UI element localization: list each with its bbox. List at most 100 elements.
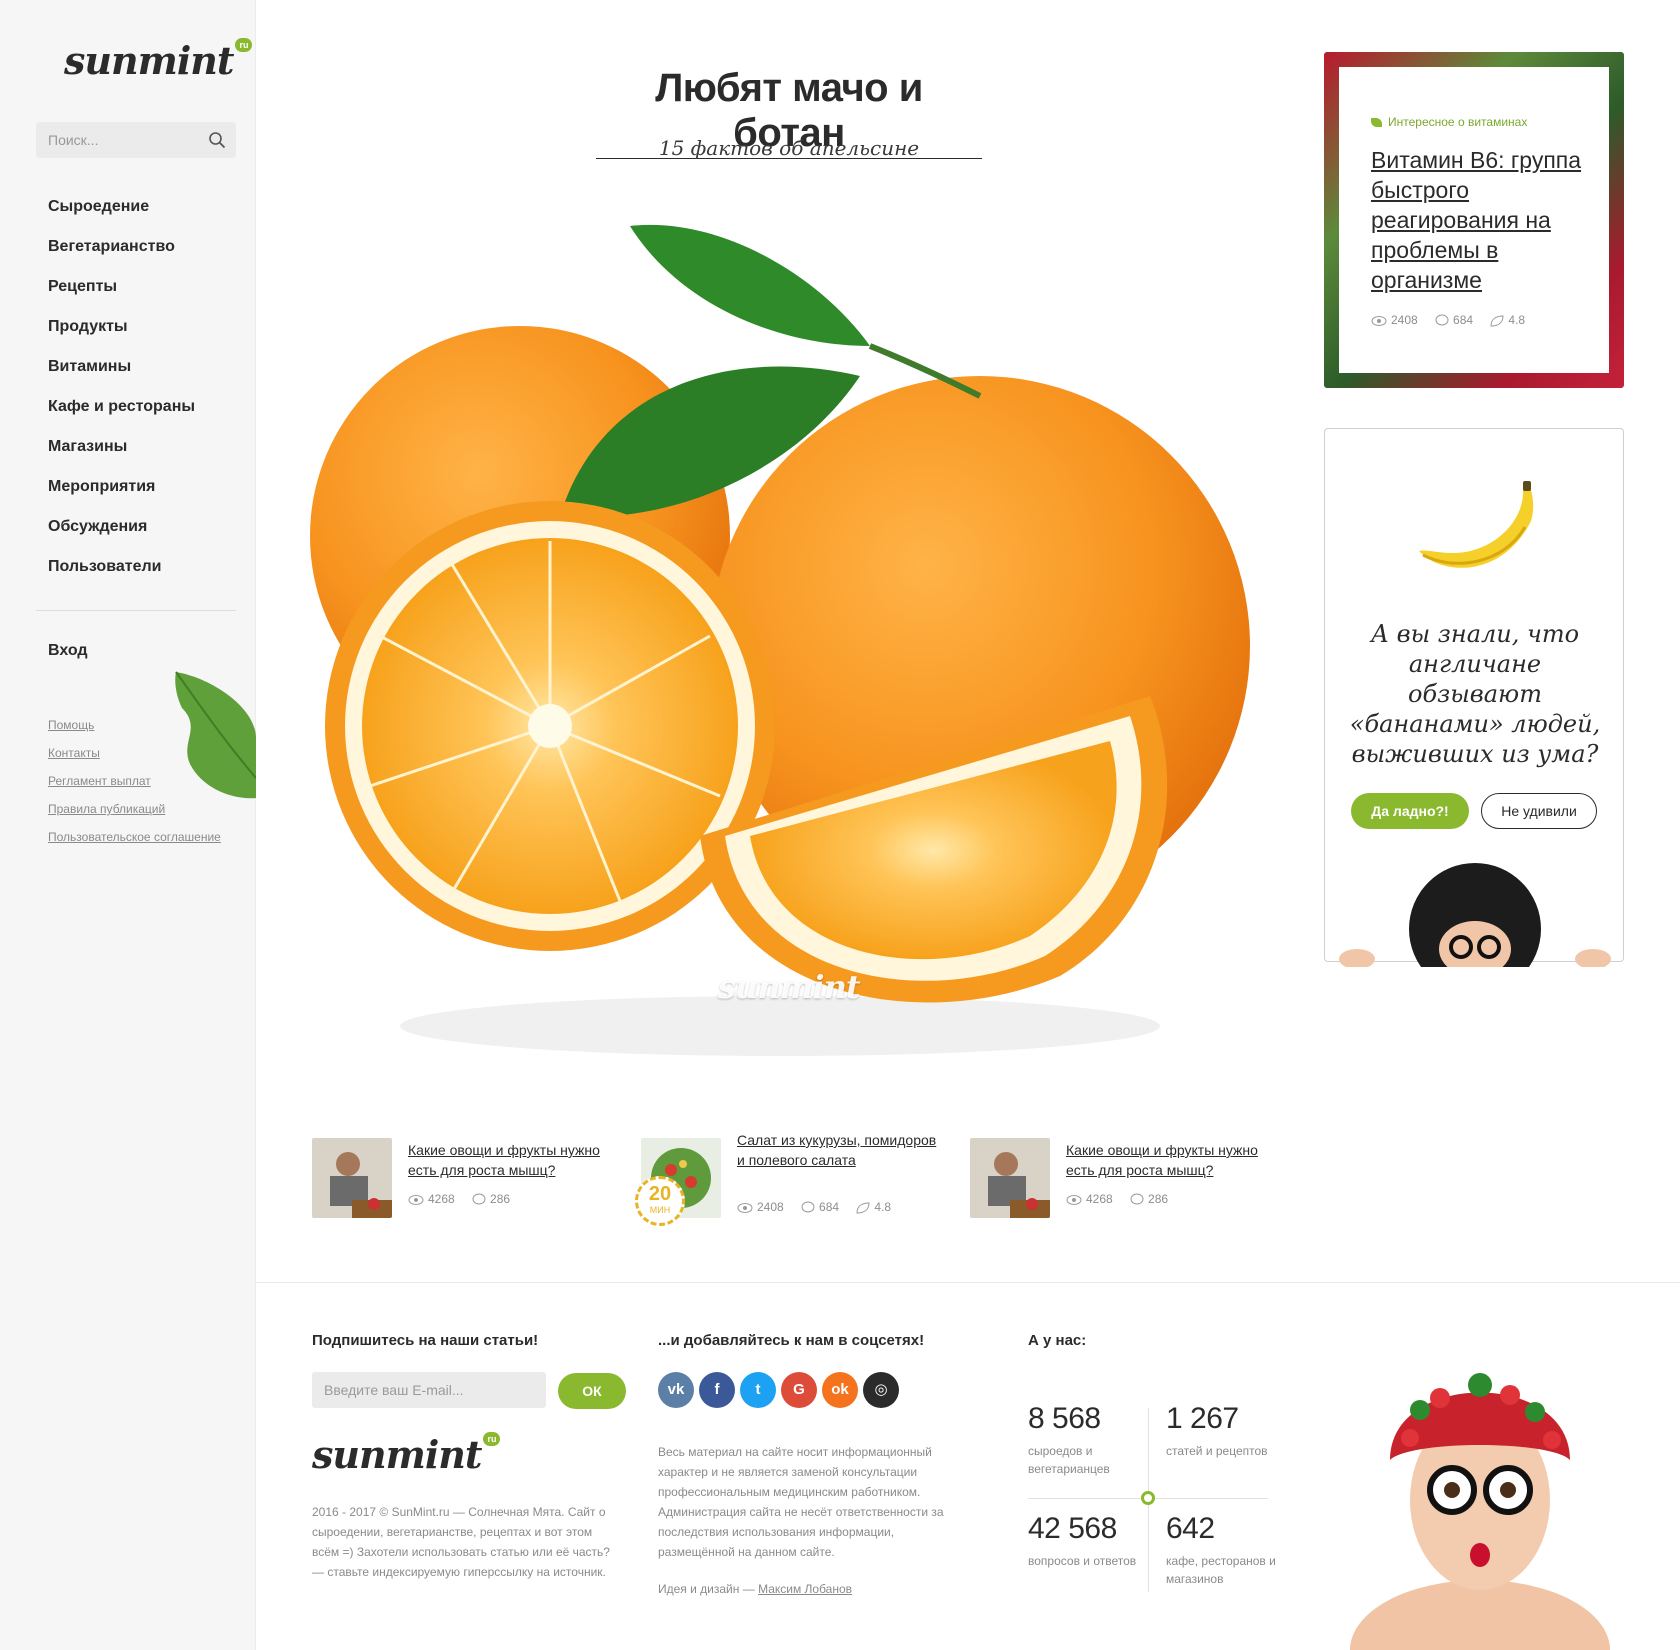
- comment-icon: [1435, 314, 1449, 326]
- sidebar-divider: [36, 610, 236, 611]
- comment-icon: [1130, 1193, 1144, 1205]
- nav-item-users[interactable]: Пользователи: [48, 558, 195, 598]
- related-meta: 4268 286: [408, 1192, 524, 1206]
- comment-icon: [801, 1201, 815, 1213]
- promo-article-card[interactable]: Интересное о витаминах Витамин В6: групп…: [1324, 52, 1624, 388]
- related-title[interactable]: Какие овощи и фрукты нужно есть для рост…: [1066, 1140, 1276, 1180]
- leaf-divider-icon: [1141, 1491, 1155, 1505]
- nav-item-shops[interactable]: Магазины: [48, 438, 195, 478]
- search-box: [36, 122, 236, 158]
- eye-icon: [408, 1195, 424, 1205]
- banana-image: [1419, 481, 1534, 568]
- cook-time-badge: 20 МИН: [635, 1176, 685, 1226]
- stat-number: 42 568: [1028, 1512, 1117, 1545]
- related-meta: 2408 684 4.8: [737, 1200, 905, 1214]
- comments-count: 684: [1453, 313, 1474, 327]
- comment-icon: [472, 1193, 486, 1205]
- promo-meta: 2408 684 4.8: [1371, 313, 1539, 327]
- stat-label: сыроедов и вегетарианцев: [1028, 1444, 1110, 1476]
- search-input[interactable]: [36, 122, 196, 158]
- social-twitter-icon[interactable]: t: [740, 1372, 776, 1408]
- nav-item-vegetarianism[interactable]: Вегетарианство: [48, 238, 195, 278]
- stat-number: 642: [1166, 1512, 1215, 1545]
- views-count: 2408: [1391, 313, 1418, 327]
- email-input[interactable]: [312, 1372, 546, 1408]
- rating-value: 4.8: [874, 1200, 892, 1214]
- main-nav: Сыроедение Вегетарианство Рецепты Продук…: [48, 198, 195, 598]
- stat-questions: 42 568 вопросов и ответов: [1028, 1512, 1158, 1570]
- nav-item-cafes[interactable]: Кафе и рестораны: [48, 398, 195, 438]
- disclaimer-text: Весь материал на сайте носит информацион…: [658, 1445, 944, 1559]
- nav-item-vitamins[interactable]: Витамины: [48, 358, 195, 398]
- stat-label: вопросов и ответов: [1028, 1554, 1137, 1568]
- social-vk-icon[interactable]: vk: [658, 1372, 694, 1408]
- nav-item-syroedenie[interactable]: Сыроедение: [48, 198, 195, 238]
- nav-item-discussions[interactable]: Обсуждения: [48, 518, 195, 558]
- nav-item-events[interactable]: Мероприятия: [48, 478, 195, 518]
- views-count: 4268: [1086, 1192, 1113, 1206]
- social-odnoklassniki-icon[interactable]: ok: [822, 1372, 858, 1408]
- rating-value: 4.8: [1508, 313, 1526, 327]
- related-thumbnail: [312, 1138, 392, 1218]
- promo-title[interactable]: Витамин В6: группа быстрого реагирования…: [1371, 145, 1585, 295]
- comments-count: 684: [819, 1200, 840, 1214]
- eye-icon: [1066, 1195, 1082, 1205]
- leaf-rating-icon: [1490, 315, 1504, 327]
- social-google-icon[interactable]: G: [781, 1372, 817, 1408]
- quiz-question: А вы знали, что англичане обзывают «бана…: [1349, 620, 1601, 768]
- promo-category[interactable]: Интересное о витаминах: [1371, 115, 1527, 129]
- stat-label: статей и рецептов: [1166, 1444, 1268, 1458]
- link-publication-rules[interactable]: Правила публикаций: [48, 802, 221, 830]
- stat-cafes: 642 кафе, ресторанов и магазинов: [1166, 1512, 1296, 1588]
- oranges-hero-image: [310, 224, 1250, 1056]
- site-logo[interactable]: sunmint ru: [64, 38, 253, 83]
- subscribe-heading: Подпишитесь на наши статьи!: [312, 1332, 539, 1349]
- social-links: vk f t Gok ◎: [658, 1372, 904, 1410]
- nav-item-recipes[interactable]: Рецепты: [48, 278, 195, 318]
- stats-heading: А у нас:: [1028, 1332, 1087, 1349]
- related-title[interactable]: Салат из кукурузы, помидоров и полевого …: [737, 1130, 947, 1170]
- quiz-no-button[interactable]: Не удивили: [1481, 793, 1597, 829]
- views-count: 4268: [428, 1192, 455, 1206]
- leaf-icon: [1371, 118, 1382, 127]
- promo-inner: Интересное о витаминах Витамин В6: групп…: [1339, 67, 1609, 373]
- designer-link[interactable]: Максим Лобанов: [758, 1582, 852, 1596]
- footer-divider: [256, 1282, 1680, 1283]
- search-icon[interactable]: [208, 131, 226, 149]
- link-user-agreement[interactable]: Пользовательское соглашение: [48, 830, 221, 858]
- comments-count: 286: [490, 1192, 511, 1206]
- views-count: 2408: [757, 1200, 784, 1214]
- quiz-yes-button[interactable]: Да ладно?!: [1351, 793, 1469, 829]
- nav-item-products[interactable]: Продукты: [48, 318, 195, 358]
- related-thumbnail: [970, 1138, 1050, 1218]
- subscribe-ok-button[interactable]: ОК: [558, 1373, 626, 1409]
- social-facebook-icon[interactable]: f: [699, 1372, 735, 1408]
- mint-leaf-image: [175, 671, 256, 799]
- comments-count: 286: [1148, 1192, 1169, 1206]
- stat-raw-foodists: 8 568 сыроедов и вегетарианцев: [1028, 1402, 1158, 1478]
- leaf-rating-icon: [856, 1202, 870, 1214]
- social-heading: ...и добавляйтесь к нам в соцсетях!: [658, 1332, 925, 1349]
- related-title[interactable]: Какие овощи и фрукты нужно есть для рост…: [408, 1140, 618, 1180]
- stat-number: 1 267: [1166, 1402, 1239, 1435]
- quiz-card: А вы знали, что англичане обзывают «бана…: [1324, 428, 1624, 967]
- social-instagram-icon[interactable]: ◎: [863, 1372, 899, 1408]
- eye-icon: [1371, 316, 1387, 326]
- related-card[interactable]: Какие овощи и фрукты нужно есть для рост…: [312, 1138, 622, 1222]
- footer-logo[interactable]: sunmint ru: [312, 1432, 501, 1477]
- peeking-person-image: [1339, 863, 1611, 967]
- related-card[interactable]: Какие овощи и фрукты нужно есть для рост…: [970, 1138, 1280, 1222]
- related-card[interactable]: 20 МИН Салат из кукурузы, помидоров и по…: [635, 1132, 951, 1226]
- stat-articles: 1 267 статей и рецептов: [1166, 1402, 1296, 1460]
- stat-number: 8 568: [1028, 1402, 1101, 1435]
- strawberry-hat-woman-image: [1350, 1373, 1610, 1650]
- login-link[interactable]: Вход: [48, 642, 88, 660]
- copyright-text: 2016 - 2017 © SunMint.ru — Солнечная Мят…: [312, 1505, 610, 1579]
- sidebar: sunmintru Сыроедение Вегетарианство Реце…: [0, 0, 256, 1650]
- image-watermark: sunmint: [718, 968, 861, 1006]
- related-meta: 4268 286: [1066, 1192, 1182, 1206]
- stat-label: кафе, ресторанов и магазинов: [1166, 1554, 1276, 1586]
- article-subtitle: 15 фактов об апельсине: [658, 136, 920, 160]
- design-credit: Идея и дизайн — Максим Лобанов: [658, 1582, 853, 1596]
- eye-icon: [737, 1203, 753, 1213]
